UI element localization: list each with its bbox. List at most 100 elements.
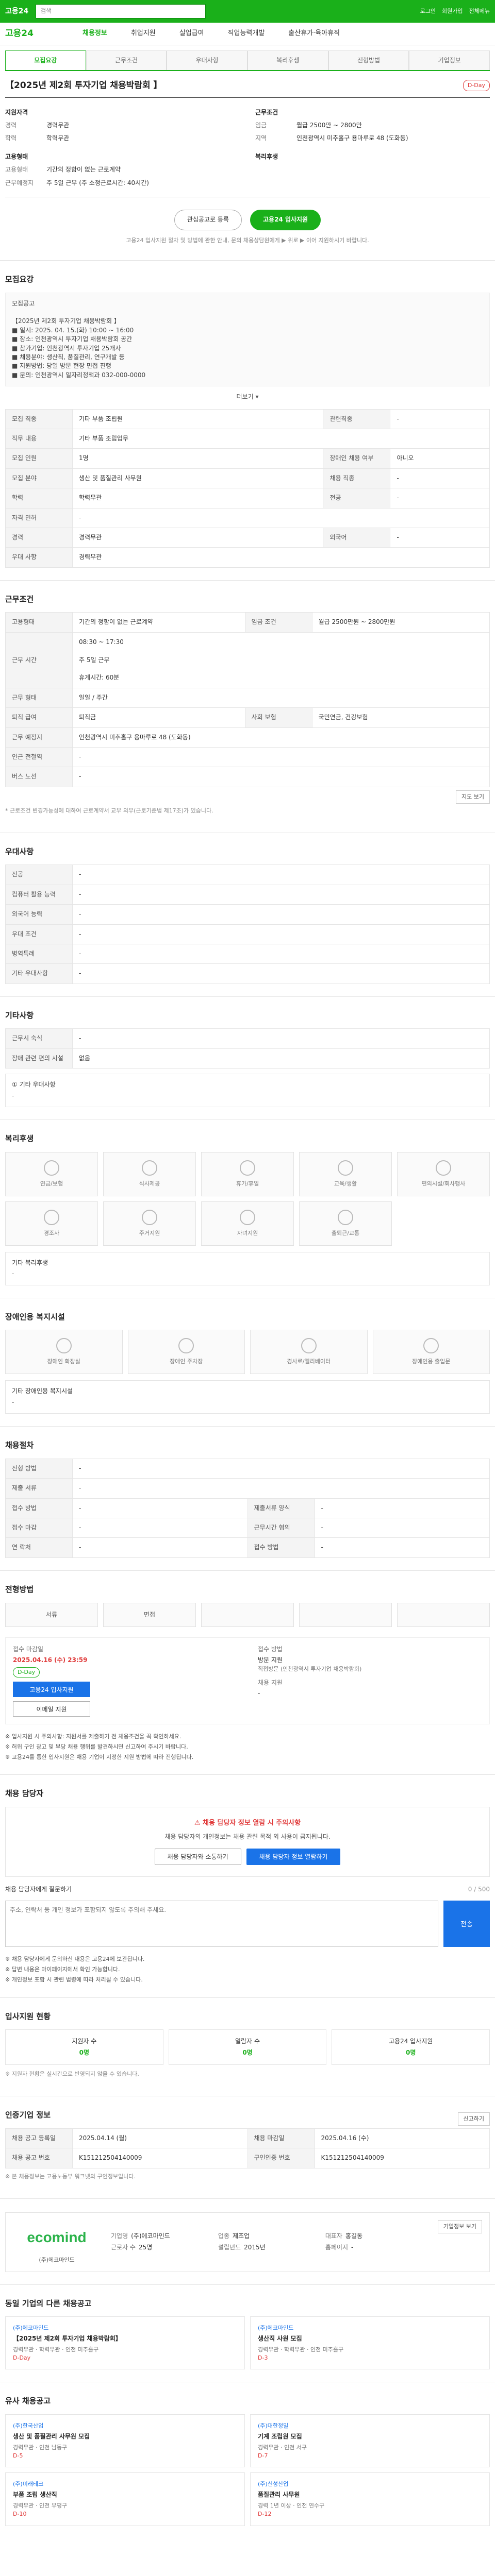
job-card[interactable]: (주)대한정밀 기계 조립원 모집 경력무관 · 인천 서구 D-7 <box>250 2414 490 2468</box>
table-row: 연 락처 - 접수 방법 - <box>5 1537 490 1558</box>
table-row: 학력 학력무관 전공 - <box>5 488 490 509</box>
table-value: - <box>72 747 490 768</box>
send-button[interactable]: 전송 <box>443 1900 490 1947</box>
table-key: 전형 방법 <box>5 1458 73 1479</box>
similar-jobs: (주)한국산업 생산 및 품질관리 사무원 모집 경력무관 · 인천 남동구 D-5(… <box>5 2414 490 2526</box>
period-apply-button[interactable]: 고용24 입사지원 <box>13 1681 90 1697</box>
summary-value: 경력무관 <box>46 122 70 129</box>
email-apply-button[interactable]: 이메일 지원 <box>13 1701 90 1717</box>
category-icon <box>178 1338 194 1354</box>
summary-row: 고용형태 기간의 정함이 없는 근로계약 <box>5 163 240 176</box>
job-card[interactable]: (주)미래테크 부품 조립 생산직 경력무관 · 인천 부평구 D-10 <box>5 2472 245 2526</box>
signup-link[interactable]: 회원가입 <box>442 7 463 15</box>
category-icon <box>240 1209 255 1225</box>
work-note: * 근로조건 변경가능성에 대하여 근로계약서 교부 의무(근로기준법 제17조… <box>5 807 213 814</box>
step-item <box>299 1602 392 1627</box>
summary-key: 고용형태 <box>5 166 28 174</box>
company-info-item: 근로자 수 25명 <box>111 2243 213 2252</box>
table-row: 근무 예정지 인천광역시 미추홀구 용마루로 48 (도화동) <box>5 727 490 748</box>
utility-bar: 고용24 검색 로그인 회원가입 전체메뉴 <box>0 0 495 23</box>
welfare-card: 경조사 <box>5 1201 98 1246</box>
table-key: 직무 내용 <box>5 428 73 449</box>
summary-value: 인천광역시 미추홀구 용마루로 48 (도화동) <box>296 134 408 142</box>
company-info-key: 업종 <box>218 2232 230 2240</box>
tab-pref[interactable]: 우대사항 <box>167 50 248 70</box>
job-actions: 관심공고로 등록 고용24 입사지원 <box>5 209 490 230</box>
summary-value: 기간의 정함이 없는 근로계약 <box>46 166 121 174</box>
table-value: - <box>390 468 490 489</box>
table-key: 접수 마감 <box>5 1518 73 1538</box>
table-key: 모집 직종 <box>5 409 73 429</box>
table-key: 우대 조건 <box>5 924 73 944</box>
apply-button[interactable]: 고용24 입사지원 <box>250 209 321 230</box>
table-key: 제출 서류 <box>5 1478 73 1499</box>
summary-key: 경력 <box>5 122 17 129</box>
nav-item-training[interactable]: 직업능력개발 <box>220 29 273 39</box>
steps-title: 전형방법 <box>5 1584 34 1594</box>
tab-process[interactable]: 전형방법 <box>328 50 409 70</box>
welfare-detail-label: 기타 복리후생 <box>12 1259 48 1266</box>
table-row: 장애 관련 편의 시설 없음 <box>5 1048 490 1069</box>
category-icon <box>338 1160 353 1176</box>
table-row: 근무 형태 일일 / 주간 <box>5 687 490 708</box>
welfare-card: 휴가/휴일 <box>201 1151 294 1196</box>
site-logo[interactable]: 고용24 <box>5 27 67 40</box>
table-row: 채용 공고 등록일 2025.04.14 (월) 채용 마감일 2025.04.16 … <box>5 2128 490 2149</box>
more-button[interactable]: 더보기 ▾ <box>5 393 490 401</box>
notice-list: ※ 입사지원 시 주의사항: 지원서를 제출하기 전 채용조건을 꼭 확인하세요… <box>5 1732 490 1762</box>
nav-item-support[interactable]: 취업지원 <box>123 29 164 39</box>
notice-item: ※ 허위 구인 광고 및 부당 채용 행위를 발견하시면 신고하여 주시기 바랍… <box>5 1743 188 1750</box>
utility-logo[interactable]: 고용24 <box>5 6 28 16</box>
inquiry-title: 채용 담당자 <box>5 1789 44 1799</box>
table-value: 2025.04.14 (월) <box>72 2128 248 2149</box>
table-value: 경력무관 <box>72 527 324 548</box>
login-link[interactable]: 로그인 <box>420 7 436 15</box>
job-company: (주)신성산업 <box>258 2481 289 2488</box>
extra-title: 기타사항 <box>5 1010 34 1020</box>
process-title: 채용절차 <box>5 1440 34 1450</box>
table-value: 생산 및 품질관리 사무원 <box>72 468 324 489</box>
job-card[interactable]: (주)에코마인드 생산직 사원 모집 경력무관 · 학력무관 · 인천 미추홀구 D-… <box>250 2316 490 2370</box>
job-card[interactable]: (주)신성산업 품질관리 사무원 경력 1년 이상 · 인천 연수구 D-12 <box>250 2472 490 2526</box>
view-recruiter-button[interactable]: 채용 담당자 정보 열람하기 <box>246 1849 341 1866</box>
doc-label: 열람자 수 <box>235 2038 260 2045</box>
job-card[interactable]: (주)한국산업 생산 및 품질관리 사무원 모집 경력무관 · 인천 남동구 D-5 <box>5 2414 245 2468</box>
all-menu-link[interactable]: 전체메뉴 <box>469 7 490 15</box>
icon-label: 식사제공 <box>139 1180 160 1187</box>
table-key: 근무 예정지 <box>5 727 73 748</box>
nav-item-jobs[interactable]: 채용정보 <box>74 29 116 39</box>
contact-recruiter-button[interactable]: 채용 담당자와 소통하기 <box>154 1849 241 1866</box>
welfare-icon-grid: 연금/보험 식사제공 휴가/휴일 교육/생활 편의시설/회사행사 경조사 주거지원 자녀지원 출… <box>5 1151 490 1246</box>
summary-value: 학력무관 <box>46 134 70 142</box>
inquiry-note: ※ 채용 담당자에게 문의하신 내용은 고용24에 보관됩니다. <box>5 1955 145 1962</box>
tab-work[interactable]: 근무조건 <box>86 50 167 70</box>
work-table: 고용형태 기간의 정함이 없는 근로계약 임금 조건 월급 2500만원 ~ 2800… <box>5 612 490 787</box>
summary-right: 근무조건 임금 월급 2500만 ~ 2800만 지역 인천광역시 미추홀구 용마루… <box>255 105 490 190</box>
company-info-button[interactable]: 기업정보 보기 <box>437 2219 482 2233</box>
table-key: 채용 마감일 <box>247 2128 315 2149</box>
table-value: 퇴직금 <box>72 707 245 728</box>
company-info-value: 홍길동 <box>345 2232 363 2240</box>
job-company: (주)에코마인드 <box>258 2325 294 2332</box>
table-key: 컴퓨터 활용 능력 <box>5 884 73 905</box>
tab-welfare[interactable]: 복리후생 <box>248 50 328 70</box>
summary-value: 월급 2500만 ~ 2800만 <box>296 122 362 129</box>
report-button[interactable]: 신고하기 <box>457 2112 490 2126</box>
table-value: K151212504140009 <box>314 2148 490 2168</box>
tab-company[interactable]: 기업정보 <box>409 50 490 70</box>
chat-input[interactable] <box>5 1900 438 1947</box>
table-key: 근무시간 협의 <box>247 1518 315 1538</box>
save-job-button[interactable]: 관심공고로 등록 <box>174 209 242 230</box>
job-card[interactable]: (주)에코마인드 【2025년 제2회 투자기업 채용박람회】 경력무관 · 학력무… <box>5 2316 245 2370</box>
category-icon <box>423 1338 439 1354</box>
recruit-title: 모집요강 <box>5 274 34 284</box>
nav-item-unemployment[interactable]: 실업급여 <box>171 29 212 39</box>
search-input[interactable]: 검색 <box>36 4 206 19</box>
nav-item-leave[interactable]: 출산휴가·육아휴직 <box>280 29 348 39</box>
map-button[interactable]: 지도 보기 <box>456 790 490 804</box>
welfare-card: 교육/생활 <box>299 1151 392 1196</box>
tab-recruit[interactable]: 모집요강 <box>5 50 86 70</box>
table-key: 외국어 능력 <box>5 904 73 925</box>
table-value: - <box>72 1458 490 1479</box>
icon-label: 교육/생활 <box>334 1180 357 1187</box>
